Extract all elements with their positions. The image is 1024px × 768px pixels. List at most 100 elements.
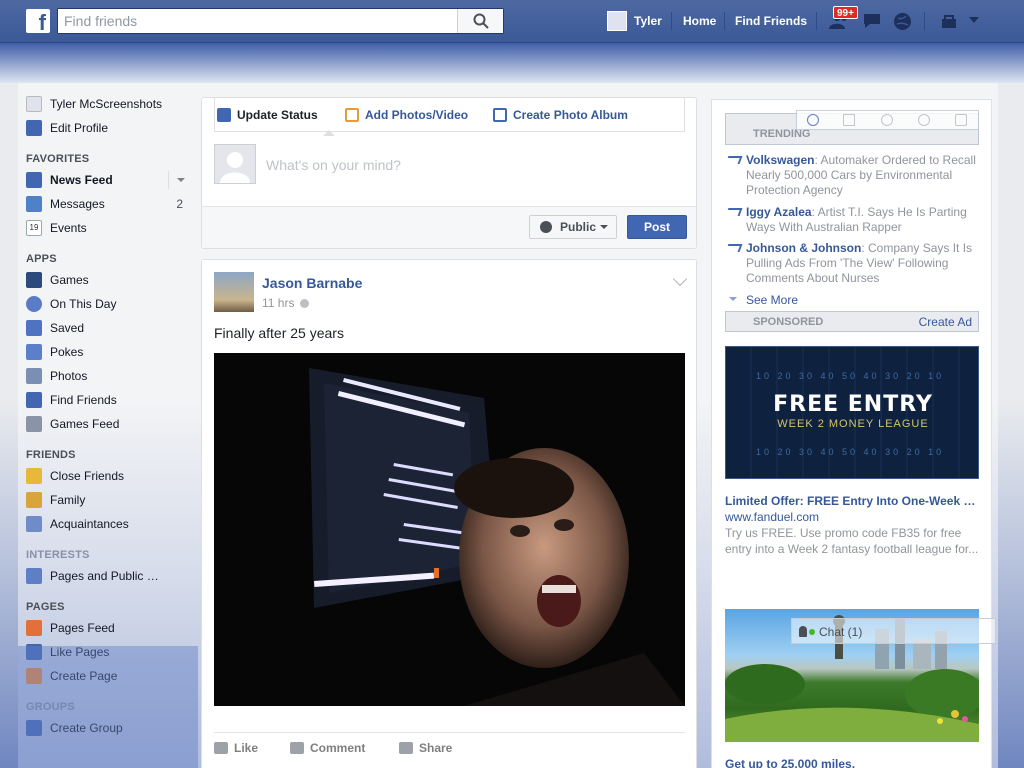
user-avatar[interactable] bbox=[607, 11, 627, 31]
sidebar-item-label: Pokes bbox=[50, 345, 84, 359]
pages-icon bbox=[26, 568, 42, 584]
people-icon bbox=[26, 516, 42, 532]
news-feed-options-chevron-down-icon[interactable] bbox=[168, 171, 190, 189]
active-tab-marker bbox=[323, 124, 335, 136]
trending-topic[interactable]: Volkswagen bbox=[746, 153, 814, 167]
find-friends-link[interactable]: Find Friends bbox=[735, 0, 807, 43]
trending-arrow-icon bbox=[725, 244, 743, 252]
trending-arrow-icon bbox=[725, 156, 743, 164]
thumbs-up-icon bbox=[214, 742, 228, 754]
sidebar-item-label: Acquaintances bbox=[50, 517, 129, 531]
story-photo[interactable] bbox=[214, 353, 685, 706]
sidebar-item-find-friends[interactable]: Find Friends bbox=[26, 391, 191, 415]
sidebar-item-label: Close Friends bbox=[50, 469, 125, 483]
sidebar-item-saved[interactable]: Saved bbox=[26, 319, 191, 343]
default-avatar-icon bbox=[220, 152, 250, 183]
trending-entertainment-icon[interactable] bbox=[955, 114, 967, 126]
tab-update-status[interactable]: Update Status bbox=[217, 108, 318, 122]
messages-icon[interactable] bbox=[862, 12, 882, 30]
sidebar-item-games-feed[interactable]: Games Feed bbox=[26, 415, 191, 439]
notification-badge: 99+ bbox=[833, 6, 858, 19]
sidebar-item-profile[interactable]: Tyler McScreenshots bbox=[26, 95, 191, 119]
trending-item[interactable]: Johnson & Johnson: Company Says It Is Pu… bbox=[725, 241, 979, 286]
comment-button[interactable]: Comment bbox=[290, 741, 365, 755]
sponsored-label: SPONSORED bbox=[753, 316, 824, 328]
trending-topic[interactable]: Iggy Azalea bbox=[746, 205, 812, 219]
search-input[interactable] bbox=[58, 9, 458, 33]
trending-item[interactable]: Iggy Azalea: Artist T.I. Says He Is Part… bbox=[725, 205, 979, 235]
ad-url[interactable]: www.fanduel.com bbox=[725, 510, 819, 524]
trending-politics-icon[interactable] bbox=[843, 114, 855, 126]
post-button[interactable]: Post bbox=[627, 215, 687, 239]
composer-tabs: Update Status Add Photos/Video Create Ph… bbox=[214, 98, 685, 136]
online-status-icon bbox=[809, 629, 815, 635]
privacy-shortcuts-icon[interactable] bbox=[940, 13, 958, 29]
sidebar-item-on-this-day[interactable]: On This Day bbox=[26, 295, 191, 319]
feed-story: Jason Barnabe 11 hrs Finally after 25 ye… bbox=[201, 259, 697, 768]
sidebar-item-messages[interactable]: Messages 2 bbox=[26, 195, 191, 219]
tab-label: Create Photo Album bbox=[513, 108, 628, 122]
tab-create-album[interactable]: Create Photo Album bbox=[493, 108, 628, 122]
story-timestamp[interactable]: 11 hrs bbox=[262, 296, 310, 310]
story-options-chevron-down-icon[interactable] bbox=[672, 271, 688, 287]
sidebar-item-label: Events bbox=[50, 221, 87, 235]
ad-image-fanduel[interactable]: 10 20 30 40 50 40 30 20 10 FREE ENTRY WE… bbox=[725, 346, 979, 479]
home-link[interactable]: Home bbox=[683, 0, 716, 43]
sidebar-item-acquaintances[interactable]: Acquaintances bbox=[26, 515, 191, 539]
ad-image-subline: WEEK 2 MONEY LEAGUE bbox=[777, 418, 929, 430]
trending-item[interactable]: Volkswagen: Automaker Ordered to Recall … bbox=[725, 153, 979, 198]
sidebar-item-family[interactable]: Family bbox=[26, 491, 191, 515]
sidebar-item-label: Games bbox=[50, 273, 89, 287]
see-more-link[interactable]: See More bbox=[746, 293, 798, 307]
trending-top-icon[interactable] bbox=[807, 114, 819, 126]
album-icon bbox=[493, 108, 507, 122]
notifications-globe-icon[interactable] bbox=[893, 12, 912, 31]
sidebar-item-games[interactable]: Games bbox=[26, 271, 191, 295]
sidebar-item-photos[interactable]: Photos bbox=[26, 367, 191, 391]
section-heading-apps: APPS bbox=[26, 253, 57, 265]
header-band bbox=[0, 43, 1024, 83]
status-composer: Update Status Add Photos/Video Create Ph… bbox=[201, 97, 697, 249]
create-ad-link[interactable]: Create Ad bbox=[919, 315, 972, 329]
sidebar-item-pages-feed[interactable]: Pages Feed bbox=[26, 619, 191, 643]
facebook-logo[interactable]: f bbox=[26, 9, 50, 33]
sidebar-item-edit-profile[interactable]: Edit Profile bbox=[26, 119, 191, 143]
like-button[interactable]: Like bbox=[214, 741, 258, 755]
trending-sports-icon[interactable] bbox=[918, 114, 930, 126]
trending-topic[interactable]: Johnson & Johnson bbox=[746, 241, 861, 255]
sidebar-item-pages-and-public[interactable]: Pages and Public … bbox=[26, 567, 191, 591]
search-button[interactable] bbox=[457, 9, 503, 33]
ad2-title[interactable]: Get up to 25,000 miles. bbox=[725, 757, 855, 768]
share-button[interactable]: Share bbox=[399, 741, 452, 755]
gamepad-icon bbox=[26, 416, 42, 432]
background-fade bbox=[18, 646, 198, 768]
status-input[interactable]: What's on your mind? bbox=[266, 157, 401, 173]
yard-markers-top: 10 20 30 40 50 40 30 20 10 bbox=[756, 371, 945, 381]
author-name[interactable]: Jason Barnabe bbox=[262, 275, 362, 291]
section-heading-friends: FRIENDS bbox=[26, 449, 76, 461]
trending-science-icon[interactable] bbox=[881, 114, 893, 126]
author-avatar[interactable] bbox=[214, 272, 254, 312]
bookmark-icon bbox=[26, 320, 42, 336]
privacy-selector[interactable]: Public bbox=[529, 215, 617, 239]
timestamp-text: 11 hrs bbox=[262, 296, 295, 310]
newsfeed-icon bbox=[26, 172, 42, 188]
chat-sidebar-toggle[interactable]: Chat (1) bbox=[791, 618, 996, 644]
user-icon bbox=[799, 626, 807, 637]
privacy-label: Public bbox=[560, 220, 597, 234]
sidebar-item-pokes[interactable]: Pokes bbox=[26, 343, 191, 367]
pencil-icon bbox=[217, 108, 231, 122]
sidebar-item-close-friends[interactable]: Close Friends bbox=[26, 467, 191, 491]
tab-add-photos[interactable]: Add Photos/Video bbox=[345, 108, 468, 122]
account-menu-chevron-down-icon[interactable] bbox=[969, 17, 979, 23]
sidebar-item-news-feed[interactable]: News Feed bbox=[26, 171, 191, 195]
yard-markers-bottom: 10 20 30 40 50 40 30 20 10 bbox=[756, 447, 945, 457]
sidebar-item-events[interactable]: 19 Events bbox=[26, 219, 191, 243]
top-bar: f Tyler Home Find Friends 99+ bbox=[0, 0, 1024, 43]
avatar bbox=[214, 144, 256, 184]
profile-link[interactable]: Tyler bbox=[634, 0, 662, 43]
sidebar-item-label: Games Feed bbox=[50, 417, 120, 431]
tab-label: Update Status bbox=[237, 108, 318, 122]
ad-title[interactable]: Limited Offer: FREE Entry Into One-Week … bbox=[725, 494, 979, 508]
share-icon bbox=[399, 742, 413, 754]
